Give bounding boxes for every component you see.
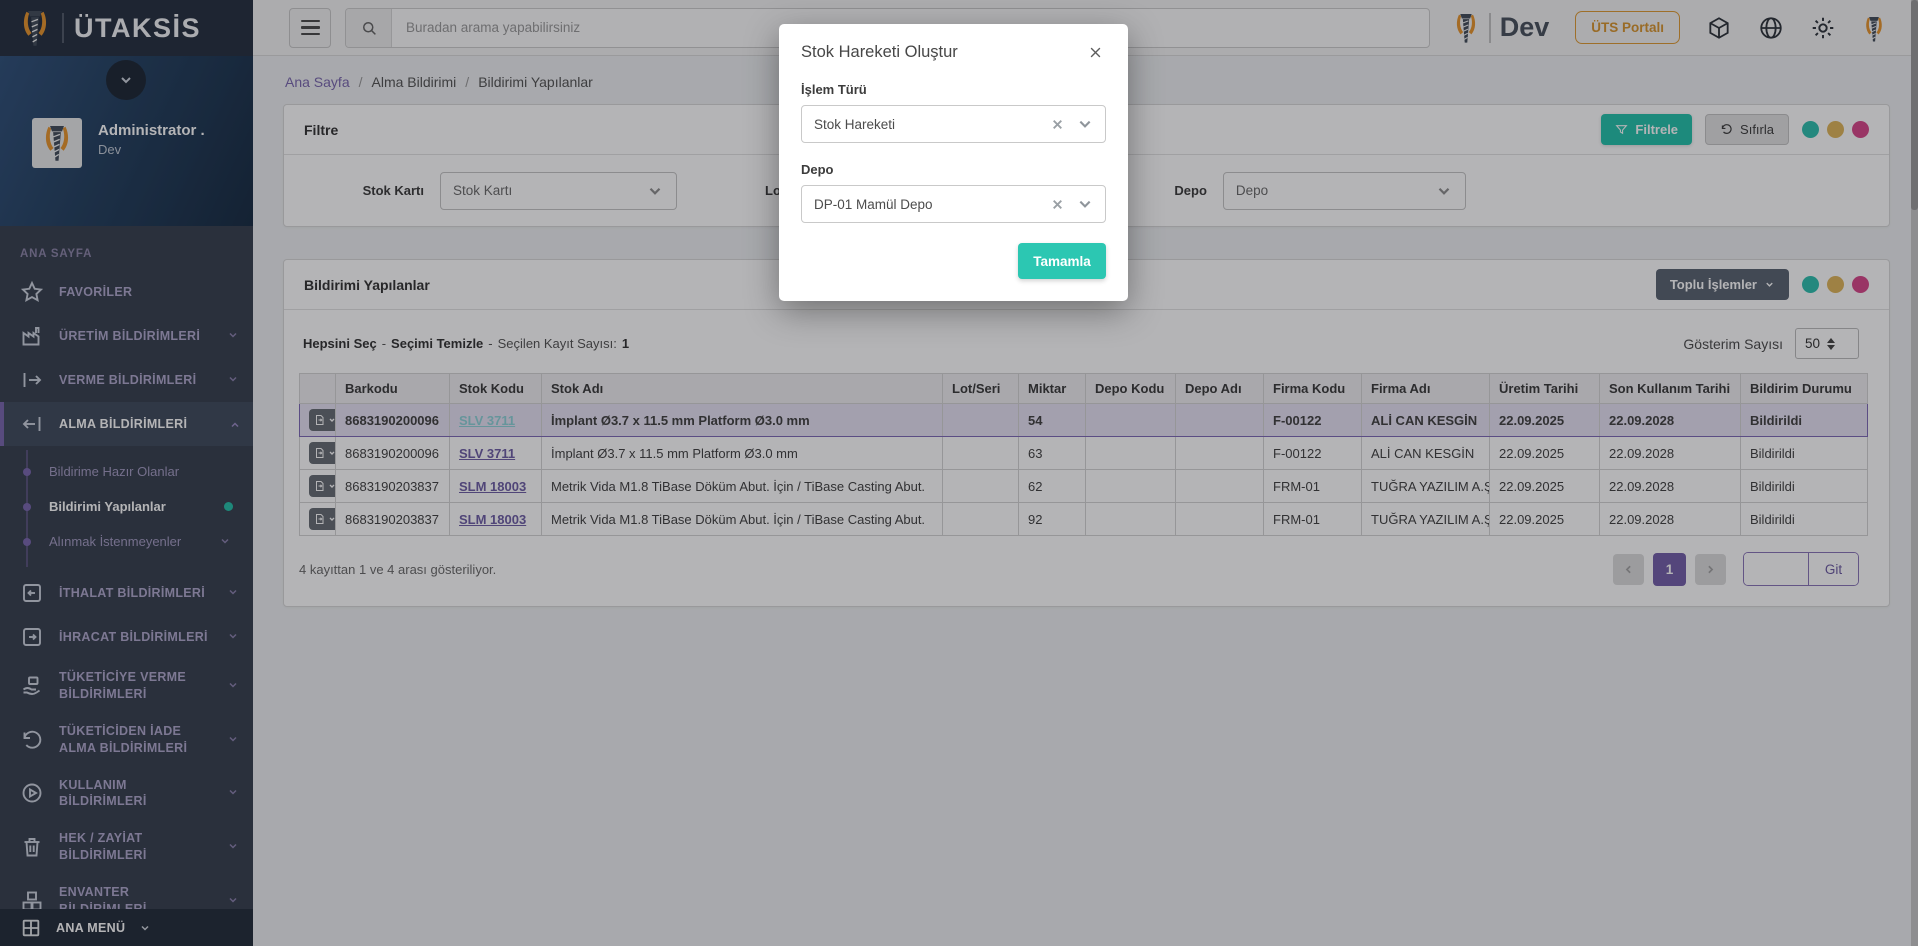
modal-depo-label: Depo: [801, 162, 1106, 177]
islem-turu-label: İşlem Türü: [801, 82, 1106, 97]
clear-icon[interactable]: [1051, 118, 1064, 131]
close-icon[interactable]: [1084, 41, 1106, 63]
modal-title: Stok Hareketi Oluştur: [801, 43, 958, 62]
islem-turu-select[interactable]: Stok Hareketi: [801, 105, 1106, 143]
clear-icon[interactable]: [1051, 198, 1064, 211]
stock-movement-modal: Stok Hareketi Oluştur İşlem Türü Stok Ha…: [779, 24, 1128, 301]
chevron-down-icon[interactable]: [1077, 196, 1093, 212]
complete-button[interactable]: Tamamla: [1018, 243, 1106, 279]
modal-depo-select[interactable]: DP-01 Mamül Depo: [801, 185, 1106, 223]
chevron-down-icon[interactable]: [1077, 116, 1093, 132]
